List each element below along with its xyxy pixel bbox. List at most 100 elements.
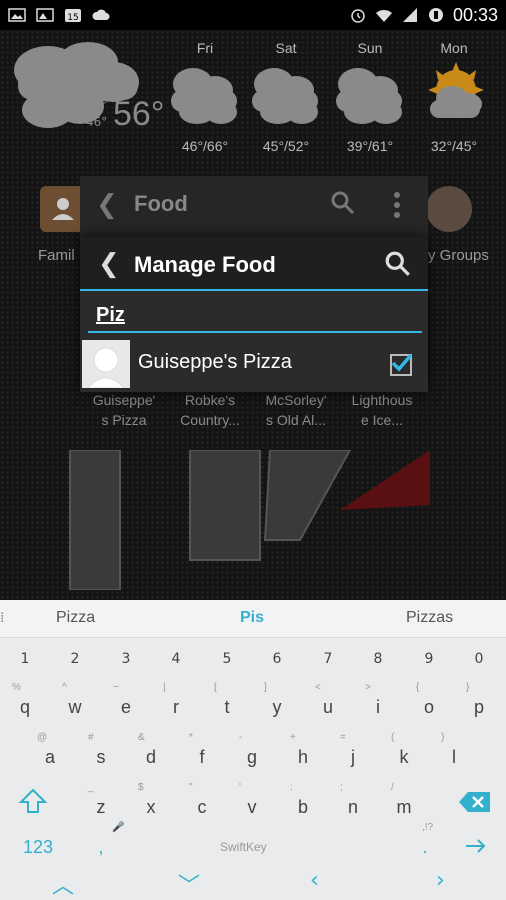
- cloudy-icon: [336, 68, 402, 124]
- forecast-day: Sat 45°/52°: [246, 40, 326, 154]
- current-temperature: 56°: [113, 95, 165, 133]
- key-r[interactable]: | r: [151, 680, 201, 728]
- forecast-day-name: Sat: [275, 40, 297, 56]
- key-8[interactable]: 8: [353, 638, 403, 678]
- key-y[interactable]: ] y: [252, 680, 302, 728]
- arrow-right-icon: [466, 839, 486, 853]
- key-g[interactable]: -g: [227, 730, 277, 778]
- key-w[interactable]: ^ w: [50, 680, 100, 728]
- manage-food-header: ❮ Manage Food: [80, 237, 428, 291]
- result-name: Guiseppe's Pizza: [138, 351, 292, 373]
- key-q[interactable]: % q: [0, 680, 50, 728]
- shortcut-tile[interactable]: Robke's Country...: [168, 390, 252, 452]
- weather-widget[interactable]: 56° 66° 46° Fri 46°/66° Sat 45°/52° Sun …: [0, 34, 506, 164]
- status-bar: 15 00:33: [0, 0, 506, 30]
- key-e[interactable]: ~ e: [101, 680, 151, 728]
- key-7[interactable]: 7: [303, 638, 353, 678]
- forecast-day-name: Mon: [440, 40, 468, 56]
- shift-arrow-icon: [18, 788, 48, 813]
- checkmark-icon: [391, 353, 412, 372]
- current-low: 46°: [86, 115, 108, 129]
- key-9[interactable]: 9: [404, 638, 454, 678]
- key-i[interactable]: > i: [353, 680, 403, 728]
- key-o[interactable]: {o: [404, 680, 454, 728]
- forecast-temps: 32°/45°: [430, 138, 478, 154]
- key-3[interactable]: 3: [101, 638, 151, 678]
- key-5[interactable]: 5: [202, 638, 252, 678]
- more-options-icon[interactable]: [392, 190, 402, 220]
- forecast-day-name: Sun: [357, 40, 383, 56]
- swiftkey-keyboard: ⁞ Pizza Pis Pizzas 1 2 3 4 5 6 7 8 9 0 %…: [0, 600, 506, 900]
- forecast-day: Sun 39°/61°: [330, 40, 410, 154]
- key-0[interactable]: 0: [454, 638, 504, 678]
- key-k[interactable]: (k: [379, 730, 429, 778]
- forecast-temps: 45°/52°: [262, 138, 310, 154]
- battery-icon: [428, 8, 443, 22]
- search-icon[interactable]: [330, 190, 356, 216]
- arrow-up-icon[interactable]: ︿: [52, 868, 74, 900]
- shortcut-tile[interactable]: Guiseppe' s Pizza: [82, 390, 166, 452]
- key-4[interactable]: 4: [151, 638, 201, 678]
- alarm-icon: [351, 9, 365, 23]
- food-dialog-title: Food: [134, 191, 188, 216]
- key-d[interactable]: & d: [126, 730, 176, 778]
- forecast-temps: 46°/66°: [181, 138, 229, 154]
- forecast-day: Fri 46°/66°: [165, 40, 245, 154]
- current-weather: 56° 66° 46°: [8, 40, 168, 150]
- key-u[interactable]: < u: [303, 680, 353, 728]
- cursor-nav-row: ︿ ﹀ ‹ ›: [0, 860, 506, 900]
- signal-icon: [402, 8, 417, 22]
- suggestion-left[interactable]: Pizza: [56, 609, 95, 627]
- groups-icon[interactable]: [426, 186, 472, 232]
- forecast-day: Mon 32°/45°: [414, 40, 494, 154]
- clock: 00:33: [452, 4, 498, 25]
- key-h[interactable]: + h: [278, 730, 328, 778]
- image-icon: [8, 8, 26, 22]
- search-icon[interactable]: [384, 250, 412, 278]
- suggestion-bar: ⁞ Pizza Pis Pizzas: [0, 600, 506, 638]
- shortcut-tile[interactable]: Lighthous e Ice...: [340, 390, 424, 452]
- avatar: [82, 340, 130, 388]
- key-j[interactable]: = j: [328, 730, 378, 778]
- backspace-icon: [459, 792, 490, 812]
- wifi-icon: [375, 9, 392, 22]
- current-high: 66°: [86, 98, 108, 112]
- food-dialog: ❮ Food: [80, 176, 428, 240]
- key-2[interactable]: 2: [50, 638, 100, 678]
- key-f[interactable]: * f: [177, 730, 227, 778]
- key-p[interactable]: } p: [454, 680, 504, 728]
- cloudy-icon: [171, 68, 237, 124]
- key-a[interactable]: @ a: [25, 730, 75, 778]
- manage-food-dialog: ❮ Manage Food Guiseppe's Pizza: [80, 237, 428, 392]
- key-1[interactable]: 1: [0, 638, 50, 678]
- back-chevron-icon[interactable]: ❮: [96, 190, 118, 220]
- shortcut-tiles: Guiseppe' s Pizza Robke's Country... McS…: [82, 390, 426, 452]
- arrow-right-nav-icon[interactable]: ›: [436, 868, 445, 893]
- arrow-down-icon[interactable]: ﹀: [178, 868, 200, 900]
- key-t[interactable]: [t: [202, 680, 252, 728]
- select-checkbox[interactable]: [390, 353, 412, 376]
- back-chevron-icon[interactable]: ❮: [98, 249, 120, 279]
- list-item[interactable]: Guiseppe's Pizza: [80, 337, 428, 392]
- menu-dots-icon[interactable]: ⁞: [0, 610, 4, 626]
- calendar-icon: 15: [65, 9, 81, 23]
- search-input[interactable]: [96, 301, 396, 329]
- suggestion-middle[interactable]: Pis: [240, 609, 264, 627]
- tile-label-line2: Country...: [180, 412, 240, 428]
- suggestion-right[interactable]: Pizzas: [406, 609, 453, 627]
- swiftkey-logo: SwiftKey: [220, 840, 267, 854]
- arrow-left-icon[interactable]: ‹: [310, 868, 319, 893]
- tile-label-line2: s Old Al...: [266, 412, 326, 428]
- manage-food-title: Manage Food: [134, 252, 276, 277]
- tile-label-line1: Robke's: [184, 392, 236, 408]
- cloudy-icon: [252, 68, 318, 124]
- svg-text:15: 15: [67, 13, 78, 23]
- key-6[interactable]: 6: [252, 638, 302, 678]
- shortcut-tile[interactable]: McSorley' s Old Al...: [254, 390, 338, 452]
- forecast-day-name: Fri: [196, 40, 214, 56]
- n7-logo: [69, 450, 430, 590]
- image-icon: [36, 8, 54, 22]
- key-s[interactable]: # s: [76, 730, 126, 778]
- key-l[interactable]: ) l: [429, 730, 479, 778]
- tile-label-line1: Lighthous: [351, 392, 413, 408]
